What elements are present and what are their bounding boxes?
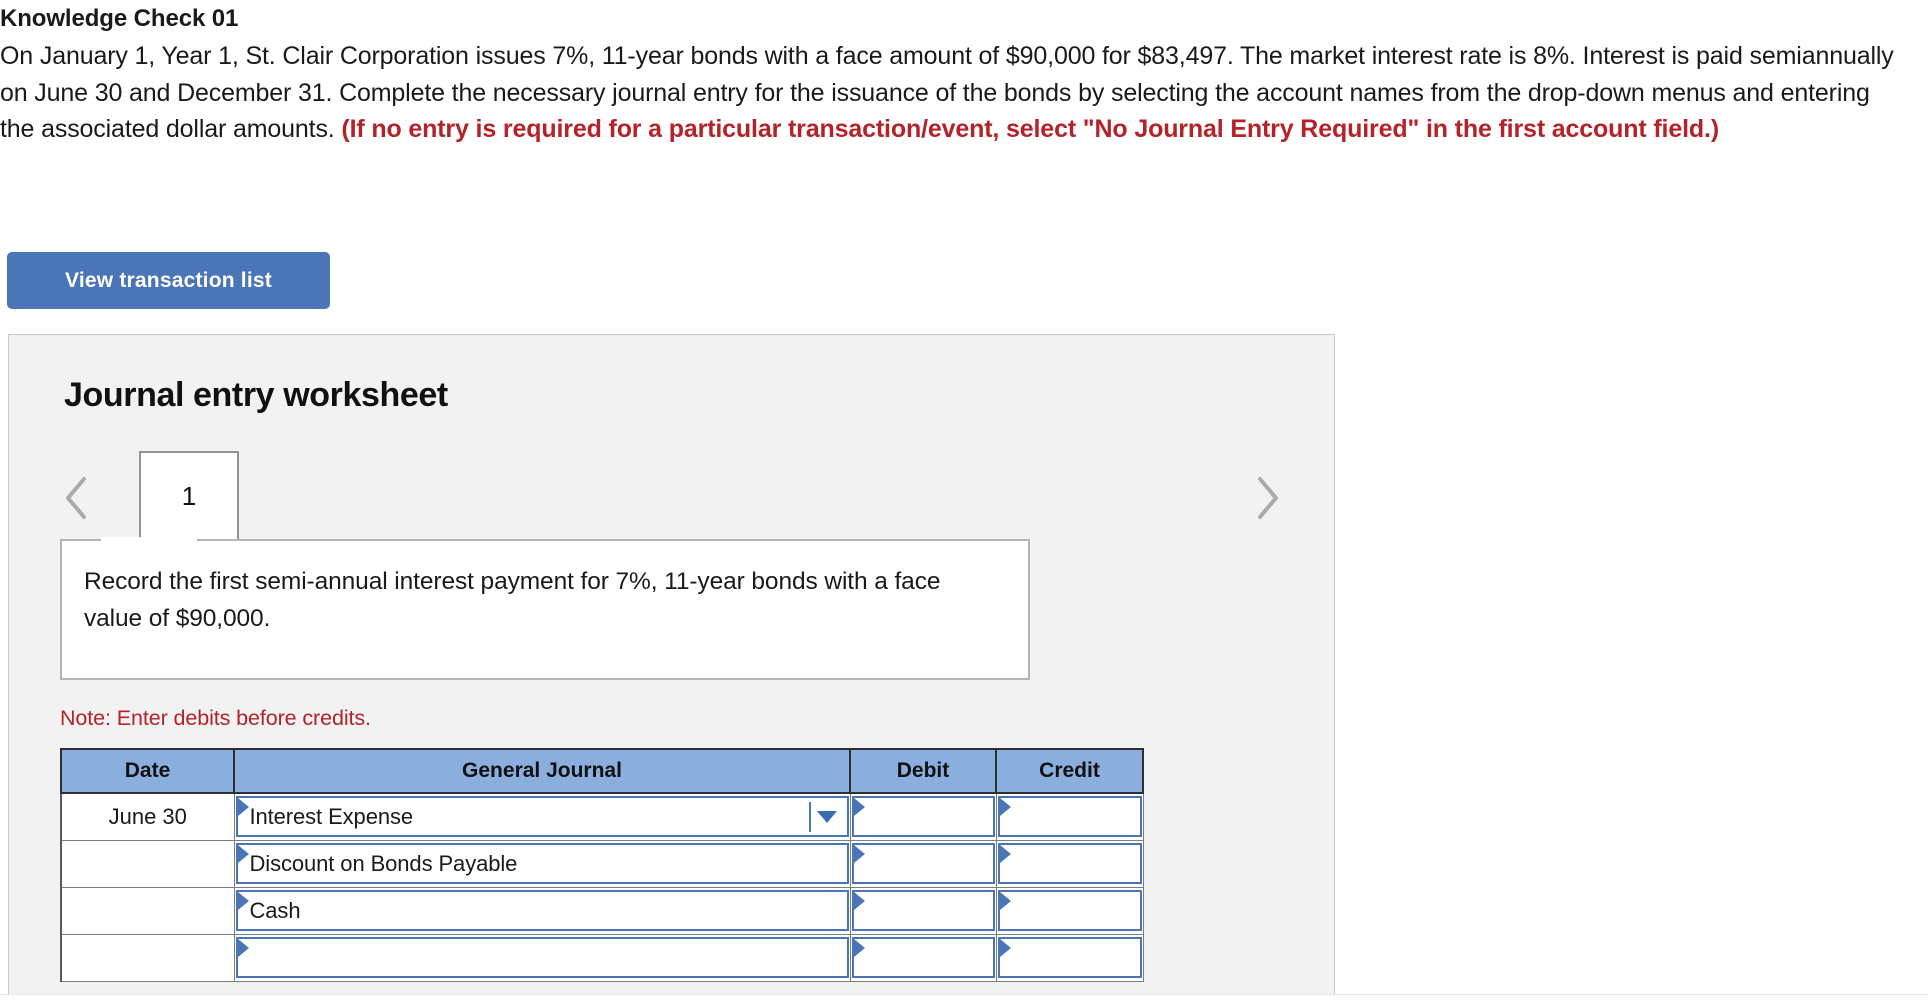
table-row: June 30 Interest Expense — [60, 792, 1144, 841]
prev-entry-button[interactable] — [55, 469, 99, 527]
chevron-right-icon — [1258, 477, 1278, 519]
transaction-description-box: Record the first semi-annual interest pa… — [60, 539, 1030, 680]
cell-marker-triangle-icon — [853, 845, 865, 863]
cell-marker-triangle-icon — [999, 892, 1011, 910]
debit-cell-2[interactable] — [849, 839, 997, 888]
cell-marker-triangle-icon — [999, 939, 1011, 957]
account-select-1-dropdown-button[interactable] — [808, 798, 845, 835]
credit-cell-2[interactable] — [995, 839, 1144, 888]
account-select-1-value: Interest Expense — [249, 803, 414, 829]
worksheet-tab-1[interactable]: 1 — [139, 451, 239, 539]
column-header-credit: Credit — [995, 748, 1144, 794]
chevron-left-icon — [66, 477, 86, 519]
cell-marker-triangle-icon — [853, 939, 865, 957]
debit-input-2[interactable] — [851, 843, 995, 884]
account-cell-1[interactable]: Interest Expense — [233, 792, 851, 841]
next-entry-button[interactable] — [1245, 469, 1289, 527]
account-select-3[interactable]: Cash — [235, 890, 849, 931]
date-cell-3[interactable] — [60, 886, 235, 935]
credit-cell-4[interactable] — [995, 933, 1144, 982]
debit-input-3[interactable] — [851, 890, 995, 931]
debit-cell-4[interactable] — [849, 933, 997, 982]
debit-cell-3[interactable] — [849, 886, 997, 935]
account-select-3-value: Cash — [249, 897, 301, 923]
column-header-debit: Debit — [849, 748, 997, 794]
table-row — [60, 933, 1144, 982]
question-text: On January 1, Year 1, St. Clair Corporat… — [0, 38, 1910, 148]
debits-before-credits-note: Note: Enter debits before credits. — [60, 706, 371, 730]
question-block: Knowledge Check 01 On January 1, Year 1,… — [0, 4, 1910, 148]
table-row: Discount on Bonds Payable — [60, 839, 1144, 888]
account-select-1[interactable]: Interest Expense — [235, 796, 849, 838]
worksheet-title: Journal entry worksheet — [64, 376, 448, 414]
debit-input-4[interactable] — [851, 937, 995, 978]
chevron-down-icon — [816, 810, 837, 823]
dropdown-separator — [808, 802, 811, 833]
date-cell-1[interactable]: June 30 — [60, 792, 235, 841]
page-root: Knowledge Check 01 On January 1, Year 1,… — [0, 0, 1928, 1001]
account-cell-3[interactable]: Cash — [233, 886, 851, 935]
credit-input-1[interactable] — [997, 796, 1142, 838]
transaction-description-text: Record the first semi-annual interest pa… — [84, 568, 941, 632]
account-select-4[interactable] — [235, 937, 849, 978]
credit-input-4[interactable] — [997, 937, 1142, 978]
cell-marker-triangle-icon — [237, 939, 249, 957]
cell-marker-triangle-icon — [853, 798, 865, 817]
worksheet-tab-1-label: 1 — [181, 480, 197, 511]
date-cell-4[interactable] — [60, 933, 235, 982]
credit-input-2[interactable] — [997, 843, 1142, 884]
cell-marker-triangle-icon — [999, 798, 1011, 817]
column-header-date: Date — [60, 748, 235, 794]
journal-entry-worksheet-panel: Journal entry worksheet 1 Record the fir… — [8, 334, 1335, 994]
cell-marker-triangle-icon — [999, 845, 1011, 863]
tab-active-connector — [101, 537, 197, 542]
credit-input-3[interactable] — [997, 890, 1142, 931]
account-select-2[interactable]: Discount on Bonds Payable — [235, 843, 849, 884]
account-cell-2[interactable]: Discount on Bonds Payable — [233, 839, 851, 888]
view-transaction-list-button[interactable]: View transaction list — [7, 252, 330, 309]
viewport-bottom-edge — [0, 994, 1928, 1001]
table-row: Cash — [60, 886, 1144, 935]
account-select-2-value: Discount on Bonds Payable — [249, 850, 518, 876]
credit-cell-1[interactable] — [995, 792, 1144, 841]
account-cell-4[interactable] — [233, 933, 851, 982]
column-header-general-journal: General Journal — [233, 748, 851, 794]
worksheet-tab-strip: 1 — [49, 451, 1289, 547]
debit-input-1[interactable] — [851, 796, 995, 838]
debit-cell-1[interactable] — [849, 792, 997, 841]
cell-marker-triangle-icon — [853, 892, 865, 910]
table-header-row: Date General Journal Debit Credit — [60, 748, 1144, 794]
journal-entry-table: Date General Journal Debit Credit June 3… — [60, 748, 1144, 982]
date-cell-2[interactable] — [60, 839, 235, 888]
page-title: Knowledge Check 01 — [0, 5, 239, 32]
question-text-highlight: (If no entry is required for a particula… — [341, 115, 1719, 143]
credit-cell-3[interactable] — [995, 886, 1144, 935]
